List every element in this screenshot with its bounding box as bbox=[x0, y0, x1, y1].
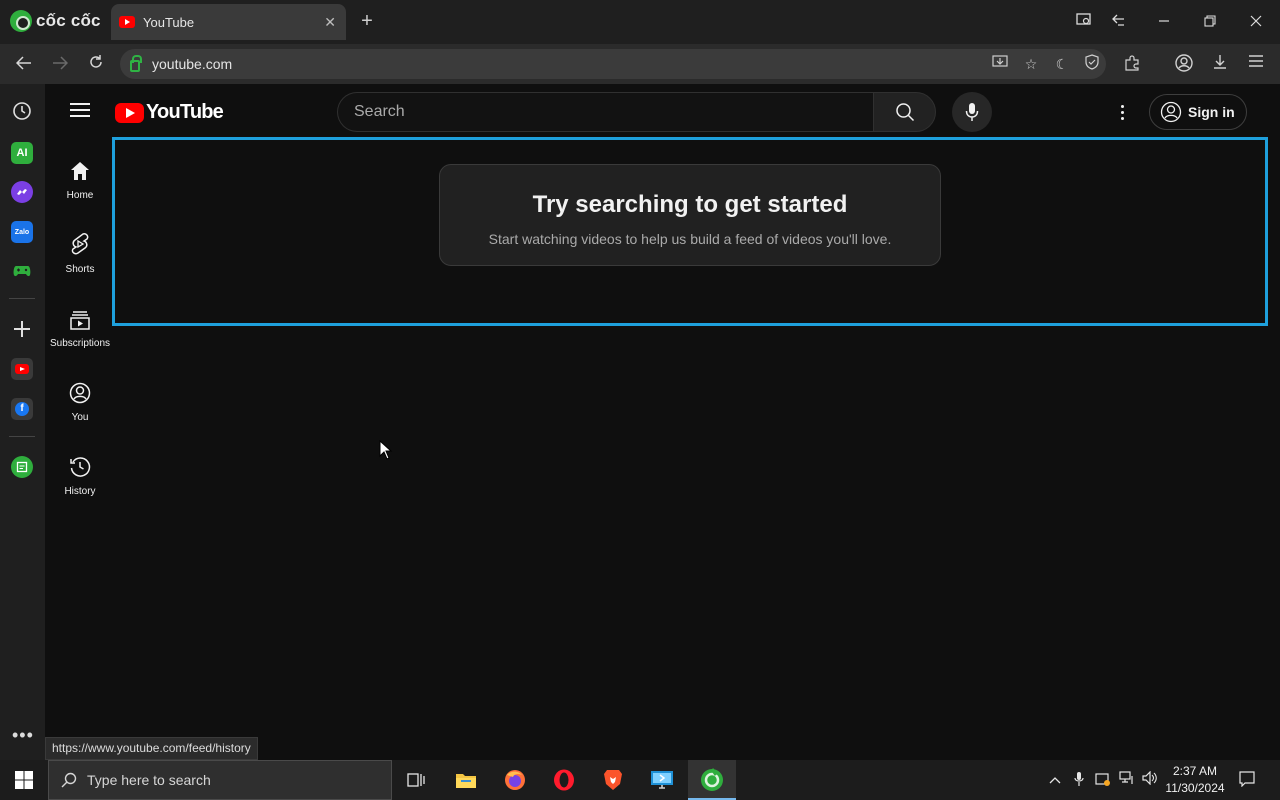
opera-icon[interactable] bbox=[540, 760, 588, 800]
youtube-logo[interactable]: YouTube bbox=[115, 101, 224, 124]
history-icon bbox=[70, 457, 91, 477]
clock-date: 11/30/2024 bbox=[1165, 781, 1225, 795]
brave-icon[interactable] bbox=[589, 760, 637, 800]
guide-label-subscriptions: Subscriptions bbox=[49, 338, 111, 349]
restore-button[interactable] bbox=[1194, 6, 1226, 38]
shorts-icon bbox=[71, 233, 89, 255]
add-panel-icon[interactable] bbox=[11, 318, 33, 340]
zalo-icon[interactable]: Zalo bbox=[11, 221, 33, 243]
profile-icon[interactable] bbox=[1174, 54, 1194, 74]
file-explorer-icon[interactable] bbox=[442, 760, 490, 800]
browser-toolbar: youtube.com ☆ ☾ bbox=[0, 44, 1280, 84]
install-app-icon[interactable] bbox=[990, 54, 1010, 74]
search-button[interactable] bbox=[873, 92, 936, 132]
browser-brand[interactable]: cốc cốc bbox=[10, 10, 101, 32]
guide-label-history: History bbox=[64, 486, 96, 497]
youtube-play-icon bbox=[115, 102, 144, 123]
tray-network-icon[interactable] bbox=[1118, 771, 1136, 789]
sign-in-button[interactable]: Sign in bbox=[1149, 94, 1247, 130]
notifications-icon[interactable] bbox=[1238, 771, 1256, 789]
coccoc-taskbar-icon[interactable] bbox=[688, 760, 736, 800]
new-tab-button[interactable]: + bbox=[356, 8, 378, 34]
screen-capture-icon[interactable] bbox=[1068, 6, 1100, 38]
task-view-icon[interactable] bbox=[392, 760, 440, 800]
messenger-icon[interactable] bbox=[11, 181, 33, 203]
guide-item-subscriptions[interactable]: Subscriptions bbox=[45, 304, 115, 364]
adblock-shield-icon[interactable] bbox=[1082, 54, 1102, 74]
windows-taskbar: Type here to search 2:37 AM 11/30/2024 bbox=[0, 760, 1280, 800]
mouse-cursor-icon bbox=[379, 440, 393, 460]
tray-microphone-icon[interactable] bbox=[1070, 771, 1088, 789]
taskbar-search-icon bbox=[61, 772, 77, 788]
taskbar-search-placeholder: Type here to search bbox=[87, 772, 211, 788]
taskbar-clock[interactable]: 2:37 AM 11/30/2024 bbox=[1160, 763, 1230, 797]
guide-item-home[interactable]: Home bbox=[45, 156, 115, 216]
guide-item-shorts[interactable]: Shorts bbox=[45, 230, 115, 290]
microphone-icon bbox=[965, 103, 979, 121]
guide-item-you[interactable]: You bbox=[45, 378, 115, 438]
close-window-button[interactable] bbox=[1240, 6, 1272, 38]
more-panels-icon[interactable]: ••• bbox=[12, 725, 34, 746]
search-icon bbox=[895, 103, 914, 122]
address-url: youtube.com bbox=[152, 56, 233, 72]
browser-titlebar: cốc cốc YouTube ✕ + bbox=[0, 0, 1280, 44]
remote-desktop-icon[interactable] bbox=[638, 760, 686, 800]
close-tab-icon[interactable]: ✕ bbox=[324, 14, 336, 31]
address-bar[interactable]: youtube.com ☆ ☾ bbox=[120, 49, 1106, 79]
reload-button[interactable] bbox=[83, 52, 109, 78]
downloads-icon[interactable] bbox=[1210, 54, 1230, 74]
home-icon bbox=[71, 162, 89, 180]
back-history-icon[interactable] bbox=[1103, 6, 1135, 38]
tab-title: YouTube bbox=[143, 14, 195, 30]
guide-label-home: Home bbox=[66, 190, 94, 201]
coccoc-logo-icon bbox=[10, 10, 32, 32]
empty-feed-title: Try searching to get started bbox=[532, 191, 848, 218]
dark-mode-moon-icon[interactable]: ☾ bbox=[1052, 54, 1072, 74]
lock-icon bbox=[130, 55, 142, 72]
clock-time: 2:37 AM bbox=[1172, 764, 1218, 778]
settings-kebab-icon[interactable] bbox=[1110, 99, 1134, 125]
search-input[interactable] bbox=[354, 103, 873, 121]
notes-panel-icon[interactable] bbox=[11, 456, 33, 478]
browser-brand-name: cốc cốc bbox=[36, 11, 101, 30]
youtube-panel-icon[interactable] bbox=[11, 358, 33, 380]
facebook-panel-icon[interactable]: f bbox=[11, 398, 33, 420]
browser-side-panel: AI Zalo f ••• bbox=[0, 84, 45, 760]
sign-in-label: Sign in bbox=[1188, 104, 1235, 120]
empty-feed-card: Try searching to get started Start watch… bbox=[439, 164, 941, 266]
empty-feed-subtitle: Start watching videos to help us build a… bbox=[488, 231, 892, 247]
history-panel-icon[interactable] bbox=[11, 100, 33, 122]
windows-logo-icon bbox=[15, 771, 33, 789]
windows-start-button[interactable] bbox=[0, 760, 48, 800]
extensions-icon[interactable] bbox=[1122, 54, 1142, 74]
ai-assistant-icon[interactable]: AI bbox=[11, 142, 33, 164]
firefox-icon[interactable] bbox=[491, 760, 539, 800]
guide-menu-icon[interactable] bbox=[70, 103, 90, 117]
taskbar-search-box[interactable]: Type here to search bbox=[48, 760, 392, 800]
minimize-button[interactable] bbox=[1148, 6, 1180, 38]
back-button[interactable] bbox=[11, 52, 37, 78]
voice-search-button[interactable] bbox=[952, 92, 992, 132]
youtube-logo-text: YouTube bbox=[146, 101, 224, 123]
tray-security-icon[interactable] bbox=[1094, 771, 1112, 789]
side-panel-divider bbox=[9, 298, 35, 299]
youtube-favicon-icon bbox=[119, 16, 135, 28]
link-preview-status: https://www.youtube.com/feed/history bbox=[45, 737, 258, 760]
guide-label-you: You bbox=[71, 412, 89, 423]
search-box bbox=[337, 92, 873, 132]
side-panel-divider bbox=[9, 436, 35, 437]
bookmark-star-icon[interactable]: ☆ bbox=[1021, 54, 1041, 74]
subscriptions-icon bbox=[70, 311, 90, 330]
guide-label-shorts: Shorts bbox=[65, 264, 95, 275]
tray-expand-icon[interactable] bbox=[1046, 771, 1064, 789]
forward-button[interactable] bbox=[47, 52, 73, 78]
you-account-icon bbox=[69, 382, 91, 404]
guide-item-history[interactable]: History bbox=[45, 452, 115, 512]
tab-youtube[interactable]: YouTube ✕ bbox=[111, 4, 346, 40]
tray-volume-icon[interactable] bbox=[1141, 770, 1159, 789]
game-controller-icon[interactable] bbox=[11, 260, 33, 282]
account-icon bbox=[1160, 101, 1182, 123]
browser-menu-icon[interactable] bbox=[1246, 54, 1266, 74]
youtube-page: YouTube Sign in Home Shorts Subscription… bbox=[45, 84, 1280, 760]
